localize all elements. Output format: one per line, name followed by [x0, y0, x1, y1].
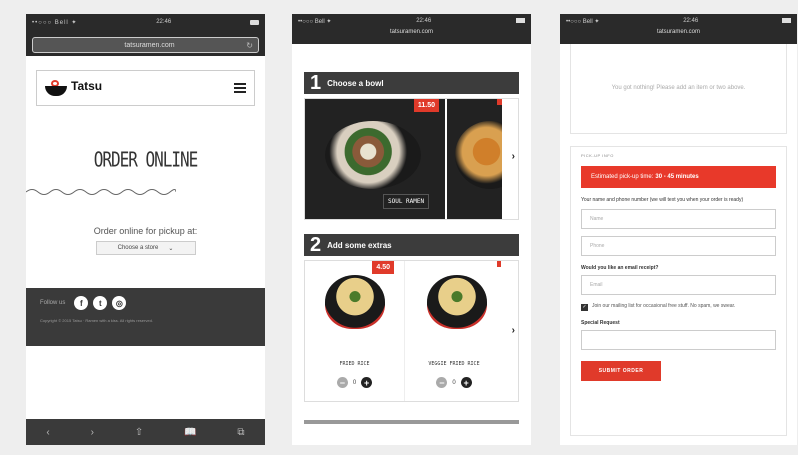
compact-address-bar: ••○○○ Bell ✦ 22:46 tatsuramen.com [292, 14, 531, 44]
instagram-icon[interactable]: ◎ [112, 296, 127, 310]
store-select-value: Choose a store [117, 245, 159, 251]
special-request-label: Special Request [581, 319, 620, 326]
page-title: ORDER ONLINE [93, 147, 199, 172]
site-footer: Follow us f t ◎ Copyright © 2015 Tatsu ·… [26, 288, 265, 346]
url-field[interactable]: tatsuramen.com ↻ [32, 37, 259, 53]
step-title: Add some extras [327, 240, 392, 250]
bowl-carousel: 11.50 SOUL RAMEN › [304, 98, 519, 220]
extra-card[interactable]: VEGGIE FRIED RICE − 0 + [407, 261, 501, 401]
plus-button[interactable]: + [361, 377, 373, 388]
plus-button[interactable]: + [460, 377, 472, 388]
veggie-fried-rice-photo [427, 275, 487, 329]
logo-tagline [71, 93, 102, 97]
store-select[interactable]: Choose a store ⌄ [95, 241, 196, 255]
carrier-signal: ••○○○ Bell ✦ [32, 19, 78, 26]
pickup-form: PICK-UP INFO Estimated pick-up time: 30 … [570, 146, 787, 436]
clock: 22:46 [156, 19, 172, 25]
price-tag [497, 99, 502, 105]
twitter-icon[interactable]: t [93, 296, 108, 310]
share-icon[interactable]: ⇧ [135, 427, 143, 438]
estimate-prefix: Estimated pick-up time: [591, 174, 654, 180]
price-tag: 11.50 [413, 99, 439, 112]
follow-label: Follow us [40, 300, 66, 306]
extra-card[interactable]: 4.50 FRIED RICE − 0 + [305, 261, 405, 401]
url-text: tatsuramen.com [124, 41, 175, 49]
next-step-header-edge [304, 420, 519, 424]
clock: 22:46 [416, 18, 432, 24]
quantity-value: 0 [352, 379, 357, 386]
bookmarks-icon[interactable]: 📖 [184, 427, 196, 438]
price-tag: 4.50 [372, 261, 394, 274]
quantity-stepper: − 0 + [407, 377, 501, 388]
checkbox-checked-icon[interactable]: ✓ [581, 303, 588, 311]
browser-toolbar: ‹ › ⇧ 📖 ⧉ [26, 419, 265, 445]
compact-address-bar: ••○○○ Bell ✦ 22:46 tatsuramen.com [560, 14, 797, 44]
logo-name: Tatsu [71, 79, 103, 93]
mailing-list-option[interactable]: ✓ Join our mailing list for occasional f… [581, 303, 776, 311]
phone-field[interactable]: Phone [581, 235, 776, 256]
quantity-stepper: − 0 + [305, 377, 404, 388]
minus-button[interactable]: − [436, 377, 448, 388]
url-text[interactable]: tatsuramen.com [292, 29, 531, 35]
section-label: PICK-UP INFO [581, 153, 614, 158]
extra-name: FRIED RICE [339, 361, 370, 367]
address-bar: tatsuramen.com ↻ [26, 30, 265, 56]
back-icon[interactable]: ‹ [46, 427, 49, 438]
tabs-icon[interactable]: ⧉ [237, 427, 244, 438]
battery-icon [782, 18, 791, 23]
chevron-right-icon[interactable]: › [512, 151, 515, 162]
facebook-icon[interactable]: f [74, 296, 89, 310]
site-header: Tatsu [36, 70, 255, 106]
step-1-header: 1 Choose a bowl [304, 72, 519, 94]
estimate-banner: Estimated pick-up time: 30 - 45 minutes [581, 166, 776, 188]
copyright: Copyright © 2015 Tatsu · Ramen with a ki… [40, 318, 153, 323]
contact-help-text: Your name and phone number (we will text… [581, 197, 744, 203]
phone-screen-order-online: ••○○○ Bell ✦ 22:46 tatsuramen.com ↻ Tats… [26, 14, 265, 445]
logo[interactable]: Tatsu [45, 79, 102, 97]
battery-icon [250, 19, 259, 25]
ramen-photo [455, 121, 502, 189]
carrier-signal: ••○○○ Bell ✦ [298, 19, 332, 25]
email-question: Would you like an email receipt? [581, 264, 659, 271]
chevron-right-icon[interactable]: › [512, 325, 515, 336]
minus-button[interactable]: − [336, 377, 348, 388]
carrier-signal: ••○○○ Bell ✦ [566, 19, 600, 25]
url-text[interactable]: tatsuramen.com [560, 29, 797, 35]
phone-screen-build-order: ••○○○ Bell ✦ 22:46 tatsuramen.com 1 Choo… [292, 14, 531, 445]
empty-cart-message: You got nothing! Please add an item or t… [570, 44, 787, 134]
forward-icon[interactable]: › [91, 427, 94, 438]
email-field[interactable]: Email [581, 274, 776, 295]
step-title: Choose a bowl [327, 78, 384, 88]
ramen-photo [325, 121, 421, 189]
battery-icon [516, 18, 525, 23]
status-bar: ••○○○ Bell ✦ 22:46 [26, 14, 265, 30]
chevron-down-icon: ⌄ [168, 245, 174, 252]
pickup-label: Order online for pickup at: [93, 226, 198, 236]
clock: 22:46 [683, 18, 699, 24]
quantity-value: 0 [452, 379, 456, 386]
reload-icon[interactable]: ↻ [246, 41, 253, 50]
name-field[interactable]: Name [581, 208, 776, 229]
submit-order-button[interactable]: SUBMIT ORDER [581, 360, 661, 381]
step-number: 2 [310, 234, 322, 256]
extra-name: VEGGIE FRIED RICE [428, 361, 480, 367]
bowl-logo-icon [45, 80, 67, 96]
bowl-name-tag: SOUL RAMEN [383, 194, 430, 209]
fried-rice-photo [325, 275, 385, 329]
extras-carousel: 4.50 FRIED RICE − 0 + VEGGIE FRIED RICE … [304, 260, 519, 402]
menu-icon[interactable] [234, 83, 246, 93]
step-2-header: 2 Add some extras [304, 234, 519, 256]
mailing-list-label: Join our mailing list for occasional fre… [592, 302, 736, 309]
phone-screen-checkout: ••○○○ Bell ✦ 22:46 tatsuramen.com You go… [560, 14, 797, 445]
bowl-card-next[interactable] [447, 99, 502, 219]
wave-divider [26, 189, 177, 195]
price-tag [497, 261, 501, 267]
estimate-value: 30 - 45 minutes [655, 174, 699, 180]
special-request-field[interactable] [581, 329, 776, 350]
bowl-card[interactable]: 11.50 SOUL RAMEN [305, 99, 445, 219]
step-number: 1 [310, 72, 322, 94]
